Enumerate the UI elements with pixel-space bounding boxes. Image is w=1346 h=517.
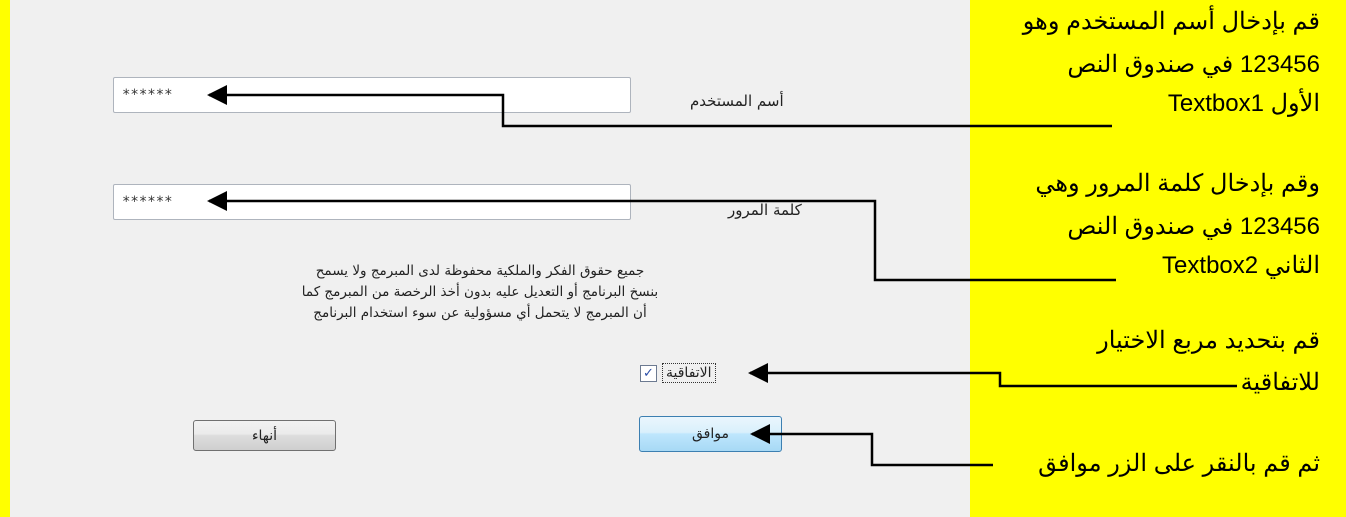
callout-arrows [207, 85, 1237, 467]
arrow-to-password [207, 191, 1116, 282]
arrow-to-checkbox [748, 363, 1237, 388]
arrow-to-ok-button [750, 424, 993, 467]
arrow-to-username [207, 85, 1112, 128]
